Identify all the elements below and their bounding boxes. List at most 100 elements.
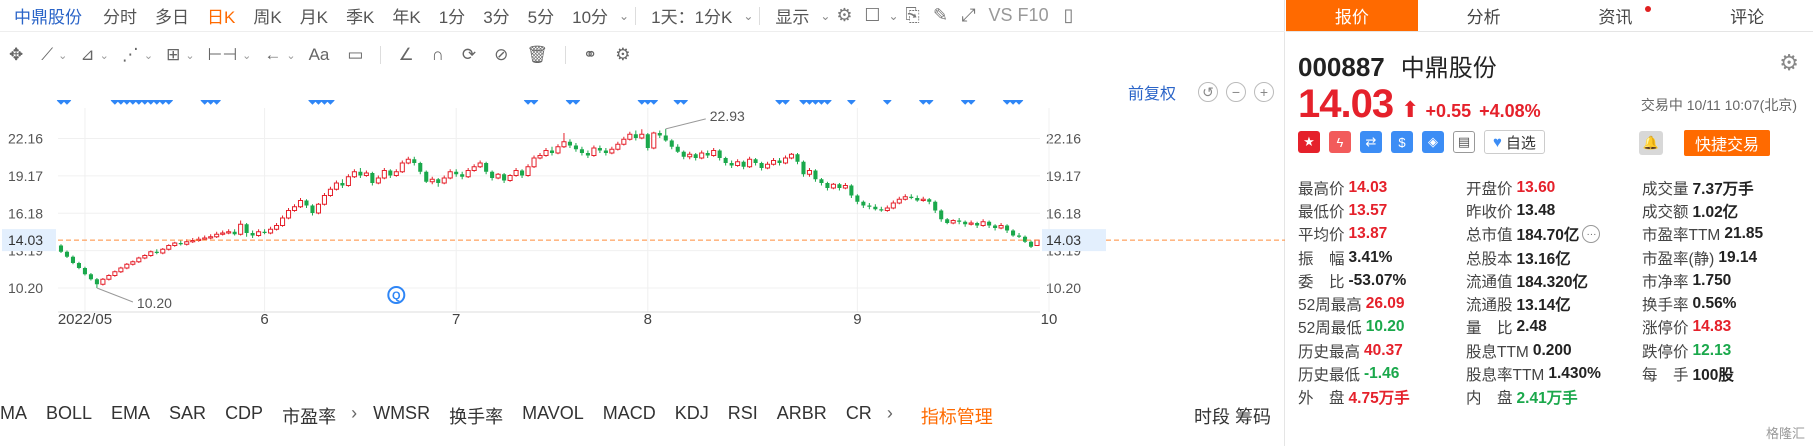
- candle-body: [304, 200, 309, 206]
- chevron-right-icon[interactable]: ›: [887, 403, 905, 429]
- period-tab-5[interactable]: 季K: [337, 3, 383, 28]
- candle-body: [975, 223, 980, 226]
- gear-icon[interactable]: ⚙: [1779, 50, 1799, 76]
- period-tab-9[interactable]: 5分: [519, 3, 563, 28]
- square-outline-icon[interactable]: ☐: [858, 5, 886, 26]
- dollar-icon[interactable]: $: [1391, 131, 1413, 153]
- zoom-out-icon[interactable]: −: [1226, 82, 1246, 102]
- range-tool-icon[interactable]: ⊢⊣: [199, 45, 247, 65]
- fullscreen-icon[interactable]: ⤢: [955, 5, 983, 26]
- period-tab-8[interactable]: 3分: [474, 3, 518, 28]
- stock-name: 中鼎股份: [1400, 55, 1497, 82]
- candle-body: [94, 279, 99, 285]
- lightning-icon[interactable]: ϟ: [1329, 131, 1351, 153]
- candle-body: [621, 138, 627, 145]
- shuffle-icon[interactable]: ⇄: [1360, 131, 1382, 153]
- candle-body: [232, 231, 237, 235]
- sync-icon[interactable]: ⟳: [453, 45, 485, 65]
- quote-tab-0[interactable]: 报价: [1286, 0, 1418, 31]
- china-flag-icon[interactable]: ★: [1298, 131, 1320, 153]
- indicator-12[interactable]: ARBR: [773, 403, 842, 429]
- indicator-10[interactable]: KDJ: [671, 403, 724, 429]
- indicator-6[interactable]: WMSR: [369, 403, 445, 429]
- magnet-icon[interactable]: ∩: [423, 45, 453, 65]
- chevron-right-icon[interactable]: ›: [351, 403, 369, 429]
- comment-icon[interactable]: ▭: [338, 45, 372, 65]
- compare-icon[interactable]: ⚭: [574, 45, 606, 65]
- stat-value: 13.16亿: [1516, 250, 1571, 268]
- display-menu[interactable]: 显示: [766, 3, 818, 28]
- candle-body: [980, 221, 986, 226]
- indicator-manager-button[interactable]: 指标管理: [905, 403, 1009, 429]
- candle-body: [418, 163, 423, 172]
- quote-tab-2[interactable]: 资讯: [1550, 0, 1682, 31]
- reset-icon[interactable]: ↺: [1198, 82, 1218, 102]
- candle-body: [64, 251, 70, 257]
- arrow-tool-icon[interactable]: ←: [255, 45, 290, 65]
- candle-body: [363, 172, 369, 176]
- kline-chart[interactable]: 22.1622.1619.1719.1716.1816.1813.1913.19…: [0, 100, 1285, 390]
- indicator-11[interactable]: RSI: [724, 403, 773, 429]
- settings-icon[interactable]: ⚙: [606, 45, 639, 65]
- indicator-4[interactable]: CDP: [221, 403, 278, 429]
- candle-body: [471, 166, 477, 171]
- chevron-down-icon[interactable]: ⌄: [743, 9, 753, 23]
- quote-tab-1[interactable]: 分析: [1418, 0, 1550, 31]
- min-annotation-line: [96, 287, 134, 303]
- candle-body: [454, 171, 459, 175]
- indicator-7[interactable]: 换手率: [445, 403, 518, 429]
- indicator-1[interactable]: BOLL: [42, 403, 107, 429]
- bookmark-icon[interactable]: ▤: [1453, 131, 1475, 153]
- period-tab-2[interactable]: 日K: [198, 3, 244, 28]
- period-tab-0[interactable]: 分时: [94, 3, 146, 28]
- candle-body: [615, 143, 621, 150]
- angle-icon[interactable]: ∠: [389, 45, 422, 65]
- stat-label: 成交量: [1642, 180, 1689, 198]
- indicator-0[interactable]: MA: [0, 403, 42, 429]
- chevron-down-icon[interactable]: ⌄: [619, 9, 629, 23]
- candle-body: [268, 228, 274, 234]
- candle-body: [166, 245, 172, 250]
- indicator-2[interactable]: EMA: [107, 403, 165, 429]
- chevron-down-icon[interactable]: ⌄: [888, 9, 898, 23]
- trash-icon[interactable]: 🗑: [517, 45, 557, 65]
- move-icon[interactable]: ✥: [0, 45, 32, 65]
- candle-body: [884, 207, 890, 211]
- bell-icon[interactable]: 🔔: [1639, 131, 1663, 155]
- indicator-5[interactable]: 市盈率: [278, 403, 351, 429]
- candle-body: [579, 149, 584, 153]
- panel-toggle-icon[interactable]: ▯: [1055, 5, 1083, 26]
- multi-period-select[interactable]: 1天：1分K: [642, 3, 741, 28]
- indicator-8[interactable]: MAVOL: [518, 403, 599, 429]
- add-watchlist-button[interactable]: ♥ 自选: [1484, 130, 1545, 154]
- quote-tab-3[interactable]: 评论: [1681, 0, 1813, 31]
- period-tab-3[interactable]: 周K: [244, 3, 290, 28]
- hide-icon[interactable]: ⊘: [485, 45, 517, 65]
- stat-value: 0.56%: [1692, 295, 1737, 313]
- period-tab-1[interactable]: 多日: [146, 3, 198, 28]
- zoom-in-icon[interactable]: +: [1254, 82, 1274, 102]
- wave-tool-icon[interactable]: ⋰: [113, 45, 148, 65]
- candle-body: [250, 233, 255, 236]
- stat-cell: 跌停价 12.13: [1642, 340, 1808, 362]
- more-icon[interactable]: ···: [1582, 225, 1601, 244]
- period-tab-6[interactable]: 年K: [383, 3, 429, 28]
- tag-icon[interactable]: ◈: [1422, 131, 1444, 153]
- indicator-13[interactable]: CR: [842, 403, 887, 429]
- period-chips-tools[interactable]: 时段 筹码: [1194, 403, 1285, 429]
- quick-trade-button[interactable]: 快捷交易: [1684, 130, 1770, 156]
- text-tool-icon[interactable]: Aa: [300, 45, 339, 65]
- event-flag-marker: [924, 100, 934, 105]
- stat-label: 每 手: [1642, 367, 1689, 385]
- chevron-down-icon[interactable]: ⌄: [820, 9, 830, 23]
- period-tab-7[interactable]: 1分: [430, 3, 474, 28]
- indicator-3[interactable]: SAR: [165, 403, 221, 429]
- period-tab-4[interactable]: 月K: [291, 3, 337, 28]
- period-tab-10[interactable]: 10分: [563, 3, 617, 28]
- settings-icon[interactable]: ⚙: [830, 5, 858, 26]
- vs-f10-button[interactable]: VS F10: [983, 5, 1055, 26]
- y-tick-label-right: 10.20: [1046, 280, 1081, 296]
- pencil-icon[interactable]: ✎: [927, 5, 955, 26]
- indicator-9[interactable]: MACD: [599, 403, 671, 429]
- camera-icon[interactable]: ⎘: [899, 5, 927, 26]
